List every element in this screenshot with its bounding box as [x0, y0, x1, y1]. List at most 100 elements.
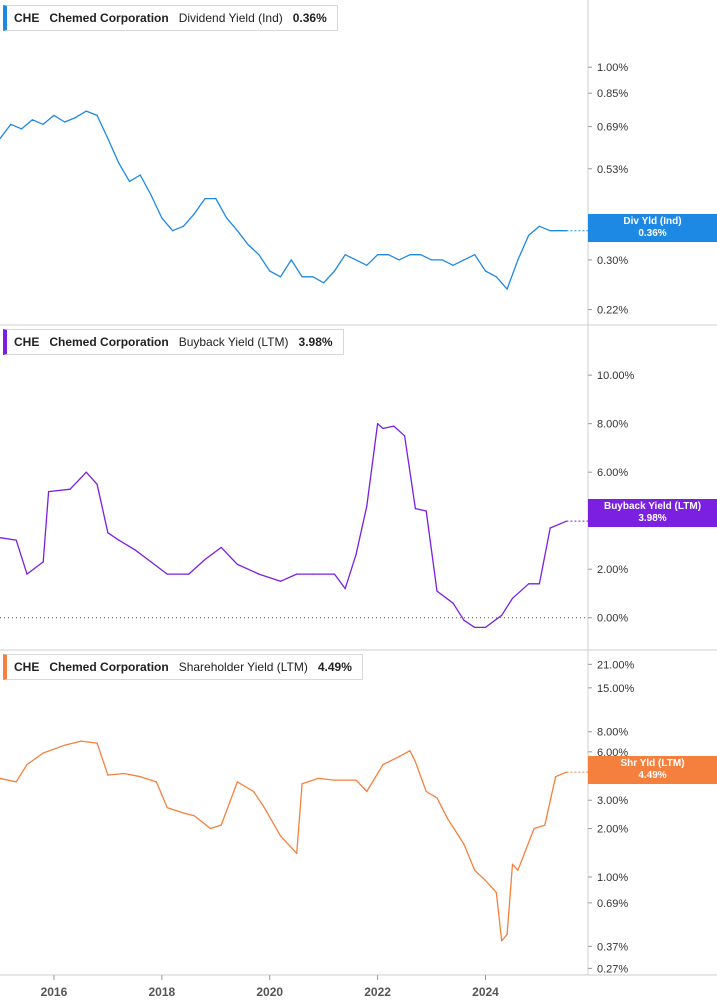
legend-company: Chemed Corporation: [49, 11, 169, 25]
legend-metric: Shareholder Yield (LTM): [178, 660, 308, 674]
legend-ticker: CHE: [14, 11, 40, 25]
data-point: [166, 807, 168, 809]
data-point: [501, 940, 503, 942]
data-point: [134, 549, 136, 551]
y-tick-label: 0.30%: [597, 255, 628, 267]
legend-shareholder-yield: CHE Chemed Corporation Shareholder Yield…: [3, 654, 363, 680]
tag-value: 4.49%: [638, 770, 667, 781]
y-tick-label: 0.27%: [597, 963, 628, 975]
data-point: [139, 174, 141, 176]
data-point: [15, 539, 17, 541]
x-tick-label: 2024: [472, 985, 499, 999]
legend-company: Chemed Corporation: [49, 660, 169, 674]
data-point: [484, 626, 487, 629]
data-point: [555, 776, 557, 778]
data-point: [64, 744, 66, 746]
data-point: [355, 554, 357, 556]
data-point: [74, 117, 77, 119]
data-point: [414, 761, 416, 763]
data-point: [226, 217, 228, 219]
data-point: [42, 561, 44, 563]
data-point: [420, 254, 422, 256]
y-tick-label: 6.00%: [597, 467, 628, 479]
data-point: [463, 259, 465, 261]
data-point: [118, 539, 120, 541]
tag-label: Shr Yld (LTM): [620, 758, 685, 769]
data-point: [387, 254, 389, 256]
data-point: [182, 225, 184, 227]
data-point: [269, 270, 271, 272]
data-point: [474, 626, 476, 629]
data-point: [150, 194, 152, 196]
y-tick-label: 8.00%: [597, 419, 628, 431]
data-point: [495, 891, 497, 894]
data-point: [382, 427, 384, 430]
data-point: [463, 619, 465, 621]
y-tick-label: 2.00%: [597, 564, 628, 576]
legend-ticker: CHE: [14, 660, 40, 674]
y-tick-label: 1.00%: [597, 872, 628, 884]
data-point: [333, 779, 336, 781]
tag-label: Buyback Yield (LTM): [603, 501, 702, 512]
data-point: [96, 114, 98, 116]
data-point: [96, 483, 98, 485]
data-point: [436, 797, 438, 799]
data-point: [538, 583, 541, 585]
data-point: [312, 573, 314, 575]
data-point: [96, 742, 98, 744]
y-tick-label: 0.69%: [597, 122, 628, 134]
data-point: [204, 198, 206, 200]
data-point: [447, 818, 449, 820]
data-point: [511, 597, 514, 599]
data-point: [258, 573, 260, 575]
data-point: [42, 123, 44, 125]
data-point: [414, 508, 416, 510]
data-point: [42, 752, 44, 754]
data-point: [123, 772, 125, 775]
legend-metric: Buyback Yield (LTM): [178, 335, 289, 349]
data-point: [425, 790, 427, 793]
data-point: [317, 777, 319, 780]
data-point: [377, 423, 379, 425]
data-point: [355, 259, 357, 261]
data-point: [107, 532, 109, 534]
data-point: [236, 781, 238, 783]
data-point: [312, 276, 314, 278]
data-point: [344, 588, 346, 590]
x-tick-label: 2022: [364, 985, 391, 999]
data-point: [549, 230, 551, 232]
data-point: [544, 824, 546, 826]
data-point: [441, 259, 443, 261]
data-point: [366, 264, 368, 266]
data-point: [452, 264, 454, 266]
data-point: [533, 827, 535, 830]
data-point: [431, 259, 433, 261]
series-line-2: [0, 740, 567, 942]
data-point: [366, 790, 368, 793]
data-point: [549, 527, 551, 529]
data-point: [220, 546, 222, 549]
data-point: [107, 138, 109, 140]
data-point: [279, 835, 282, 837]
data-point: [53, 114, 55, 116]
legend-company: Chemed Corporation: [49, 335, 169, 349]
data-point: [398, 756, 400, 758]
data-point: [139, 776, 141, 778]
data-point: [161, 217, 163, 219]
data-point: [377, 254, 379, 256]
data-point: [263, 807, 265, 809]
data-point: [425, 510, 427, 512]
data-point: [26, 573, 28, 575]
data-point: [26, 764, 28, 766]
data-point: [382, 764, 384, 766]
data-point: [404, 435, 406, 437]
data-point: [474, 254, 476, 256]
data-point: [48, 491, 50, 493]
x-tick-label: 2016: [41, 985, 68, 999]
y-tick-label: 2.00%: [597, 824, 628, 836]
y-tick-label: 0.37%: [597, 941, 628, 953]
data-point: [290, 259, 292, 261]
y-tick-label: 0.53%: [597, 164, 628, 176]
data-point: [15, 781, 17, 783]
data-point: [85, 471, 87, 473]
